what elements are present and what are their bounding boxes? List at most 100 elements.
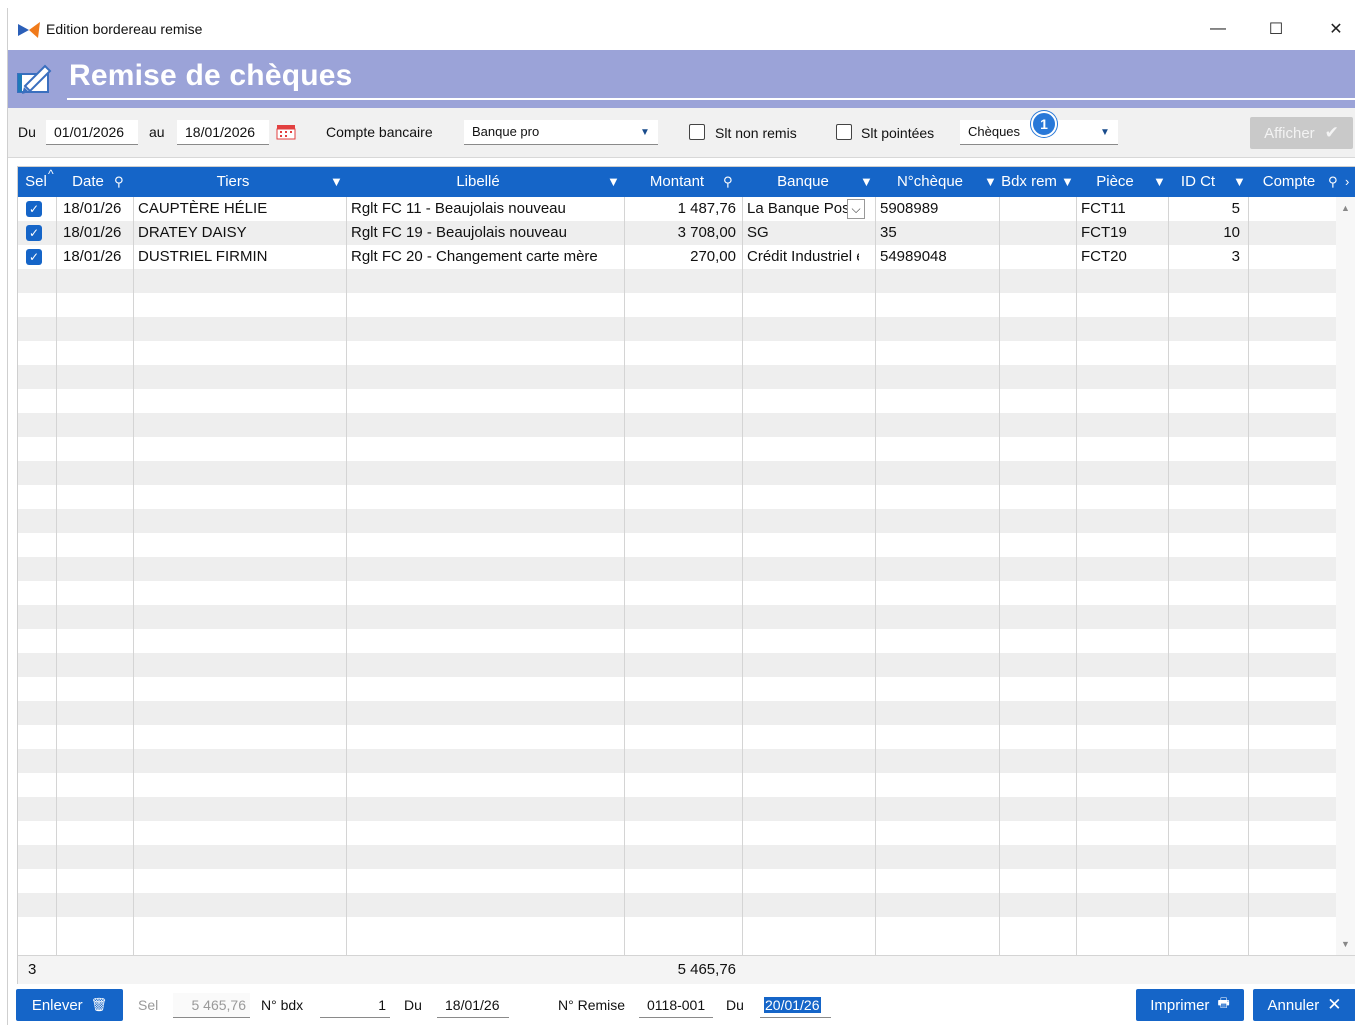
table-row[interactable]: [18, 773, 1336, 797]
table-row[interactable]: [18, 437, 1336, 461]
libelle-filter-icon[interactable]: ▼: [607, 167, 620, 197]
banque-dropdown-icon[interactable]: ⌵: [847, 199, 865, 219]
bottom-bar: Enlever 🗑 Sel 5 465,76 N° bdx 1 Du 18/01…: [8, 986, 1355, 1025]
compte-dropdown-arrow-icon[interactable]: ▼: [640, 127, 650, 138]
cell-bdx-rem: [1004, 221, 1072, 245]
cell-ncheque: 35: [880, 224, 897, 241]
slt-non-remis-checkbox[interactable]: [689, 124, 705, 140]
column-header-piece[interactable]: Pièce: [1086, 167, 1144, 197]
row-select-checkbox[interactable]: ✓: [26, 249, 42, 265]
scroll-right-chevron-icon[interactable]: ›: [1345, 167, 1349, 197]
table-row[interactable]: [18, 389, 1336, 413]
scroll-up-icon[interactable]: ▲: [1341, 203, 1350, 213]
cell-banque: Crédit Industriel e: [747, 248, 859, 265]
date-from-label: Du: [18, 124, 36, 140]
annuler-button[interactable]: Annuler ✕: [1253, 989, 1355, 1021]
column-header-ncheque[interactable]: N°chèque: [890, 167, 970, 197]
table-row[interactable]: [18, 653, 1336, 677]
date-search-icon[interactable]: ⚲: [114, 167, 124, 197]
table-row[interactable]: ✓ 18/01/26 DRATEY DAISY Rglt FC 19 - Beaujo…: [18, 221, 1336, 245]
table-row[interactable]: [18, 509, 1336, 533]
du2-date-input[interactable]: 20/01/26: [760, 993, 831, 1018]
imprimer-button[interactable]: Imprimer 🖶: [1136, 989, 1244, 1021]
column-header-date[interactable]: Date: [68, 167, 108, 197]
cell-piece: FCT11: [1081, 200, 1126, 217]
column-header-libelle[interactable]: Libellé: [348, 167, 608, 197]
table-row[interactable]: [18, 365, 1336, 389]
table-row[interactable]: [18, 557, 1336, 581]
column-header-sel[interactable]: Sel: [22, 167, 50, 197]
filter-bar: Du 01/01/2026 au 18/01/2026 Compte banca…: [8, 108, 1355, 158]
calendar-icon[interactable]: [276, 124, 296, 140]
cell-date: 18/01/26: [63, 224, 122, 241]
table-row[interactable]: [18, 485, 1336, 509]
tiers-filter-icon[interactable]: ▼: [330, 167, 343, 197]
montant-search-icon[interactable]: ⚲: [723, 167, 733, 197]
table-row[interactable]: [18, 317, 1336, 341]
table-row[interactable]: [18, 869, 1336, 893]
nbdx-input[interactable]: 1: [320, 993, 390, 1018]
title-bar[interactable]: Edition bordereau remise — ☐ ✕: [8, 8, 1355, 50]
payment-type-dropdown-arrow-icon[interactable]: ▼: [1100, 127, 1110, 138]
nremise-input[interactable]: 0118-001: [639, 993, 713, 1018]
sel-label: Sel: [138, 997, 159, 1013]
date-to-input[interactable]: 18/01/2026: [177, 120, 269, 145]
ncheque-filter-icon[interactable]: ▼: [984, 167, 997, 197]
column-header-bdx-rem[interactable]: Bdx rem: [998, 167, 1060, 197]
title-underline: [67, 98, 1355, 100]
column-header-compte[interactable]: Compte: [1254, 167, 1324, 197]
table-row[interactable]: [18, 701, 1336, 725]
table-row[interactable]: [18, 581, 1336, 605]
check-icon: ✔: [1324, 123, 1339, 142]
table-row[interactable]: ✓ 18/01/26 DUSTRIEL FIRMIN Rglt FC 20 - Cha…: [18, 245, 1336, 269]
table-row[interactable]: [18, 749, 1336, 773]
cell-ncheque: 5908989: [880, 200, 939, 217]
afficher-button[interactable]: Afficher ✔: [1250, 117, 1353, 149]
row-select-checkbox[interactable]: ✓: [26, 201, 42, 217]
vertical-scrollbar[interactable]: ▲ ▼: [1336, 197, 1355, 955]
column-header-tiers[interactable]: Tiers: [133, 167, 333, 197]
table-row[interactable]: [18, 605, 1336, 629]
column-divider: [624, 197, 625, 984]
table-row[interactable]: [18, 413, 1336, 437]
table-row[interactable]: [18, 629, 1336, 653]
id-ct-filter-icon[interactable]: ▼: [1233, 167, 1246, 197]
minimize-button[interactable]: —: [1195, 14, 1241, 44]
close-button[interactable]: ✕: [1313, 14, 1355, 44]
compte-search-icon[interactable]: ⚲: [1328, 167, 1338, 197]
cell-bdx-rem: [1004, 197, 1072, 221]
table-row[interactable]: [18, 677, 1336, 701]
maximize-button[interactable]: ☐: [1253, 14, 1299, 44]
table-row[interactable]: [18, 821, 1336, 845]
column-header-id-ct[interactable]: ID Ct: [1174, 167, 1222, 197]
table-row[interactable]: [18, 269, 1336, 293]
table-row[interactable]: ✓ 18/01/26 CAUPTÈRE HÉLIE Rglt FC 11 - Beau…: [18, 197, 1336, 221]
column-header-montant[interactable]: Montant: [630, 167, 724, 197]
table-row[interactable]: [18, 725, 1336, 749]
banque-filter-icon[interactable]: ▼: [860, 167, 873, 197]
page-title: Remise de chèques: [69, 59, 353, 92]
table-row[interactable]: [18, 293, 1336, 317]
cell-libelle: Rglt FC 20 - Changement carte mère: [351, 248, 598, 265]
table-row[interactable]: [18, 797, 1336, 821]
table-row[interactable]: [18, 461, 1336, 485]
slt-pointees-checkbox[interactable]: [836, 124, 852, 140]
column-header-banque[interactable]: Banque: [758, 167, 848, 197]
table-row[interactable]: [18, 533, 1336, 557]
table-row[interactable]: [18, 893, 1336, 917]
table-row[interactable]: [18, 845, 1336, 869]
row-select-checkbox[interactable]: ✓: [26, 225, 42, 241]
enlever-button[interactable]: Enlever 🗑: [16, 989, 123, 1021]
cell-montant: 3 708,00: [677, 224, 736, 241]
table-row[interactable]: [18, 917, 1336, 941]
bdx-rem-filter-icon[interactable]: ▼: [1061, 167, 1074, 197]
du-date-input[interactable]: 18/01/26: [437, 993, 509, 1018]
scroll-down-icon[interactable]: ▼: [1341, 939, 1350, 949]
piece-filter-icon[interactable]: ▼: [1153, 167, 1166, 197]
table-row[interactable]: [18, 341, 1336, 365]
date-from-input[interactable]: 01/01/2026: [46, 120, 138, 145]
cell-libelle: Rglt FC 11 - Beaujolais nouveau: [351, 200, 566, 217]
sort-asc-icon[interactable]: ^: [48, 159, 54, 189]
cell-libelle: Rglt FC 19 - Beaujolais nouveau: [351, 224, 567, 241]
compte-bancaire-select[interactable]: Banque pro: [464, 120, 658, 145]
